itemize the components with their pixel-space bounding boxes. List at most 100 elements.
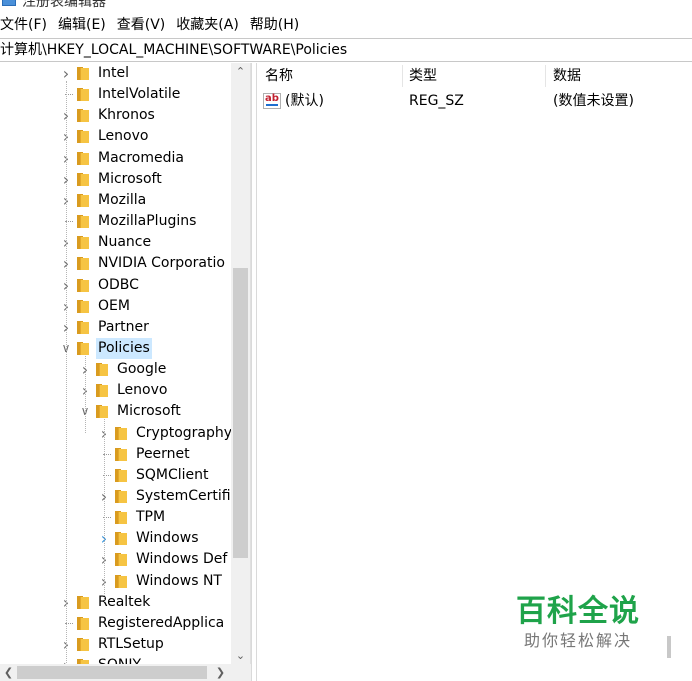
tree-node-label[interactable]: Policies <box>96 337 152 359</box>
tree-node[interactable]: Peernet <box>0 444 230 465</box>
folder-icon <box>115 447 128 461</box>
value-data[interactable]: (数值未设置) <box>553 90 634 112</box>
title-bar: 注册表编辑器 <box>0 0 692 10</box>
tree-node-label[interactable]: RTLSetup <box>96 634 166 655</box>
folder-icon <box>77 130 90 144</box>
regedit-app-icon <box>2 0 16 6</box>
watermark-slogan: 助你轻松解决 <box>524 631 633 650</box>
tree-node-label[interactable]: Mozilla <box>96 190 148 211</box>
folder-icon <box>77 299 90 313</box>
tree-node[interactable]: › Realtek <box>0 592 230 613</box>
menu-file[interactable]: 文件(F) <box>0 14 47 34</box>
column-divider[interactable] <box>402 65 403 87</box>
scroll-up-icon[interactable]: ⌃ <box>231 63 250 80</box>
tree-node[interactable]: › Partner <box>0 317 230 338</box>
tree-node[interactable]: › OEM <box>0 296 230 317</box>
tree-node[interactable]: › Macromedia <box>0 148 230 169</box>
folder-icon <box>77 88 90 102</box>
registry-tree: › Intel IntelVolatile › Khronos › Lenovo › Macro… <box>0 63 251 681</box>
tree-node-label[interactable]: Windows NT <box>134 571 224 592</box>
scroll-left-icon[interactable]: ❮ <box>0 664 17 681</box>
tree-node[interactable]: › Microsoft <box>0 169 230 190</box>
tree-node[interactable]: MozillaPlugins <box>0 211 230 232</box>
tree-node-label[interactable]: ODBC <box>96 275 141 296</box>
folder-icon <box>77 595 90 609</box>
tree-node-label[interactable]: Partner <box>96 317 151 338</box>
tree-node[interactable]: › Intel <box>0 63 230 84</box>
folder-icon <box>77 67 90 80</box>
menu-view[interactable]: 查看(V) <box>117 14 166 34</box>
tree-node-label[interactable]: Lenovo <box>115 380 169 401</box>
scrollbar-corner <box>231 664 251 681</box>
folder-icon <box>77 172 90 186</box>
tree-node[interactable]: › Mozilla <box>0 190 230 211</box>
tree-node[interactable]: › NVIDIA Corporatio <box>0 253 230 274</box>
tree-horizontal-scrollbar[interactable]: ❮ ❯ <box>0 664 251 681</box>
scroll-right-icon[interactable]: ❯ <box>212 664 229 681</box>
tree-node[interactable]: › ODBC <box>0 275 230 296</box>
tree-node[interactable]: › Windows NT <box>0 571 230 592</box>
tree-node-label[interactable]: RegisteredApplica <box>96 613 226 634</box>
tree-node-label[interactable]: Microsoft <box>96 169 164 190</box>
column-header-data[interactable]: 数据 <box>553 65 581 87</box>
tree-node[interactable]: › Windows <box>0 528 230 549</box>
tree-node-label[interactable]: Windows <box>134 528 201 549</box>
menu-help[interactable]: 帮助(H) <box>250 14 299 34</box>
window-title: 注册表编辑器 <box>22 0 106 10</box>
tree-node[interactable]: › Lenovo <box>0 380 230 401</box>
folder-icon <box>115 490 128 503</box>
tree-node-label[interactable]: Google <box>115 359 168 380</box>
tree-node[interactable]: › Google <box>0 359 230 380</box>
column-divider[interactable] <box>545 65 546 87</box>
tree-node-label[interactable]: Cryptography <box>134 423 234 444</box>
folder-icon <box>77 109 90 123</box>
column-header-type[interactable]: 类型 <box>409 65 437 87</box>
folder-icon <box>77 257 90 271</box>
tree-node[interactable]: › SystemCertifi <box>0 486 233 507</box>
tree-node[interactable]: › Lenovo <box>0 126 230 147</box>
tree-node-label[interactable]: Khronos <box>96 105 157 126</box>
tree-node[interactable]: › Cryptography <box>0 423 232 444</box>
tree-node[interactable]: › Khronos <box>0 105 230 126</box>
scroll-down-icon[interactable]: ⌄ <box>231 647 250 664</box>
tree-node[interactable]: IntelVolatile <box>0 84 230 105</box>
tree-node-label[interactable]: Peernet <box>134 444 192 465</box>
tree-node-label[interactable]: Nuance <box>96 232 153 253</box>
horizontal-scroll-thumb[interactable] <box>17 666 207 679</box>
menu-edit[interactable]: 编辑(E) <box>58 14 106 34</box>
value-type[interactable]: REG_SZ <box>409 90 464 112</box>
tree-node[interactable]: ∨ Microsoft <box>0 401 230 422</box>
tree-node-label[interactable]: Intel <box>96 63 131 84</box>
tree-node[interactable]: SQMClient <box>0 465 230 486</box>
tree-node-label[interactable]: MozillaPlugins <box>96 211 198 232</box>
vertical-scroll-thumb[interactable] <box>233 268 248 558</box>
tree-node-label[interactable]: NVIDIA Corporatio <box>96 253 227 274</box>
tree-node-label[interactable]: TPM <box>134 507 167 528</box>
tree-node-label[interactable]: IntelVolatile <box>96 84 182 105</box>
folder-icon <box>96 384 109 398</box>
tree-node-label[interactable]: Lenovo <box>96 126 150 147</box>
menu-favorites[interactable]: 收藏夹(A) <box>176 14 239 34</box>
tree-node[interactable]: › Nuance <box>0 232 230 253</box>
tree-node-label[interactable]: Microsoft <box>115 401 183 422</box>
value-name[interactable]: (默认) <box>285 90 324 112</box>
folder-icon <box>115 574 128 588</box>
tree-node[interactable]: › Windows Def <box>0 549 230 570</box>
tree-node[interactable]: TPM <box>0 507 230 528</box>
tree-node-label[interactable]: SQMClient <box>134 465 211 486</box>
tree-node-label[interactable]: OEM <box>96 296 132 317</box>
tree-node-label[interactable]: Windows Def <box>134 549 229 570</box>
tree-node-label[interactable]: Macromedia <box>96 148 186 169</box>
tree-guide-line <box>85 355 86 433</box>
tree-node[interactable]: ∨ Policies <box>0 337 230 359</box>
folder-icon <box>115 511 128 525</box>
column-header-name[interactable]: 名称 <box>265 65 293 87</box>
tree-vertical-scrollbar[interactable]: ⌃ ⌄ <box>231 63 250 664</box>
folder-icon <box>115 553 128 567</box>
tree-node-label[interactable]: SystemCertifi <box>134 486 233 507</box>
folder-icon <box>77 278 90 292</box>
address-bar[interactable]: 计算机\HKEY_LOCAL_MACHINE\SOFTWARE\Policies <box>0 38 692 62</box>
tree-node[interactable]: RegisteredApplica <box>0 613 230 634</box>
folder-icon <box>77 638 90 652</box>
tree-node[interactable]: › RTLSetup <box>0 634 230 655</box>
